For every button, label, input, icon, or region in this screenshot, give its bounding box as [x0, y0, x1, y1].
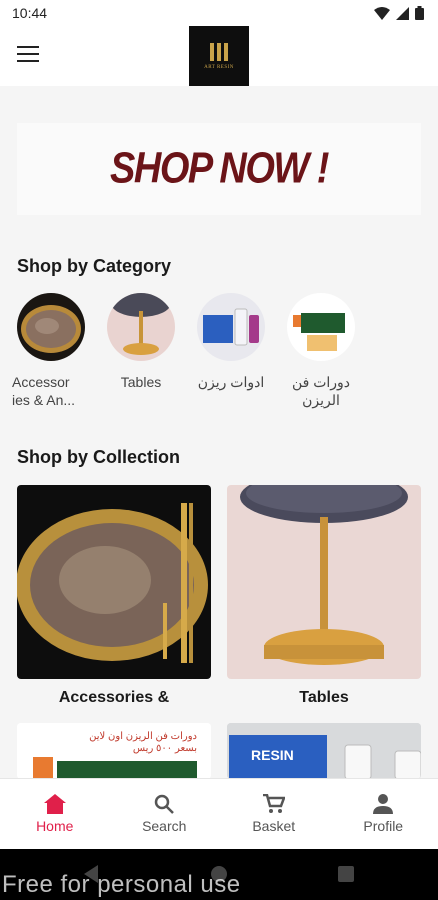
category-item-courses[interactable]: دورات فن الريزن: [287, 293, 355, 409]
person-icon: [373, 794, 394, 814]
category-label: Tables: [120, 374, 162, 390]
category-image-table: [107, 293, 175, 361]
app-bar: ART RESIN: [0, 26, 438, 86]
home-icon: [43, 794, 66, 814]
nav-profile[interactable]: Profile: [329, 779, 438, 849]
status-time: 10:44: [12, 5, 48, 21]
nav-label: Profile: [363, 818, 404, 834]
nav-label: Basket: [252, 818, 296, 834]
nav-home[interactable]: Home: [0, 779, 110, 849]
category-section-title: Shop by Category: [17, 256, 172, 276]
cart-icon: [262, 794, 285, 813]
category-image-tray: [17, 293, 85, 361]
logo-text: ART RESIN: [204, 64, 234, 70]
battery-icon: [415, 6, 424, 20]
signal-icon: [396, 6, 409, 20]
collection-image-tray: [17, 485, 211, 679]
category-label: دورات فن الريزن: [291, 374, 351, 408]
nav-basket[interactable]: Basket: [219, 779, 329, 849]
category-image-bottles: [197, 293, 265, 361]
shop-now-banner[interactable]: SHOP NOW !: [17, 123, 421, 215]
category-item-tables[interactable]: Tables: [107, 293, 175, 409]
recents-icon[interactable]: [338, 866, 354, 882]
status-bar: 10:44: [0, 0, 438, 26]
collection-image-poster: دورات فن الريزن اون لاين بسعر ٥٠٠ ريس: [17, 723, 211, 779]
nav-label: Search: [142, 818, 187, 834]
category-image-poster: [287, 293, 355, 361]
collection-card-tables[interactable]: Tables: [227, 485, 421, 707]
nav-search[interactable]: Search: [110, 779, 220, 849]
status-icons: [374, 6, 424, 20]
watermark-text: Free for personal use: [2, 871, 241, 898]
banner-text: SHOP NOW !: [110, 144, 329, 193]
collection-label: Accessories &: [58, 689, 170, 706]
collection-card-courses[interactable]: دورات فن الريزن اون لاين بسعر ٥٠٠ ريس: [17, 723, 211, 779]
bottom-navigation: Home Search Basket Profile: [0, 778, 438, 849]
category-list: Accessor ies & An... Tables ادوات ريزن د…: [12, 293, 355, 409]
collection-card-accessories[interactable]: Accessories &: [17, 485, 211, 707]
collection-card-resin-kit[interactable]: RESIN: [227, 723, 421, 779]
collection-image-table: [227, 485, 421, 679]
collection-image-resin-box: RESIN: [227, 723, 421, 779]
search-icon: [155, 794, 175, 814]
nav-label: Home: [36, 818, 74, 834]
category-item-accessories[interactable]: Accessor ies & An...: [12, 293, 85, 409]
brand-logo[interactable]: ART RESIN: [189, 26, 249, 86]
poster-text: دورات فن الريزن اون لاين بسعر ٥٠٠ ريس: [89, 731, 197, 754]
category-label: ادوات ريزن: [197, 374, 265, 390]
hamburger-menu-icon[interactable]: [17, 46, 39, 64]
wifi-icon: [374, 6, 390, 20]
collection-section-title: Shop by Collection: [17, 447, 181, 467]
category-label: Accessor ies & An...: [12, 374, 76, 408]
collection-label: Tables: [299, 689, 349, 706]
category-item-resin-tools[interactable]: ادوات ريزن: [197, 293, 265, 409]
box-text: RESIN: [251, 747, 294, 763]
